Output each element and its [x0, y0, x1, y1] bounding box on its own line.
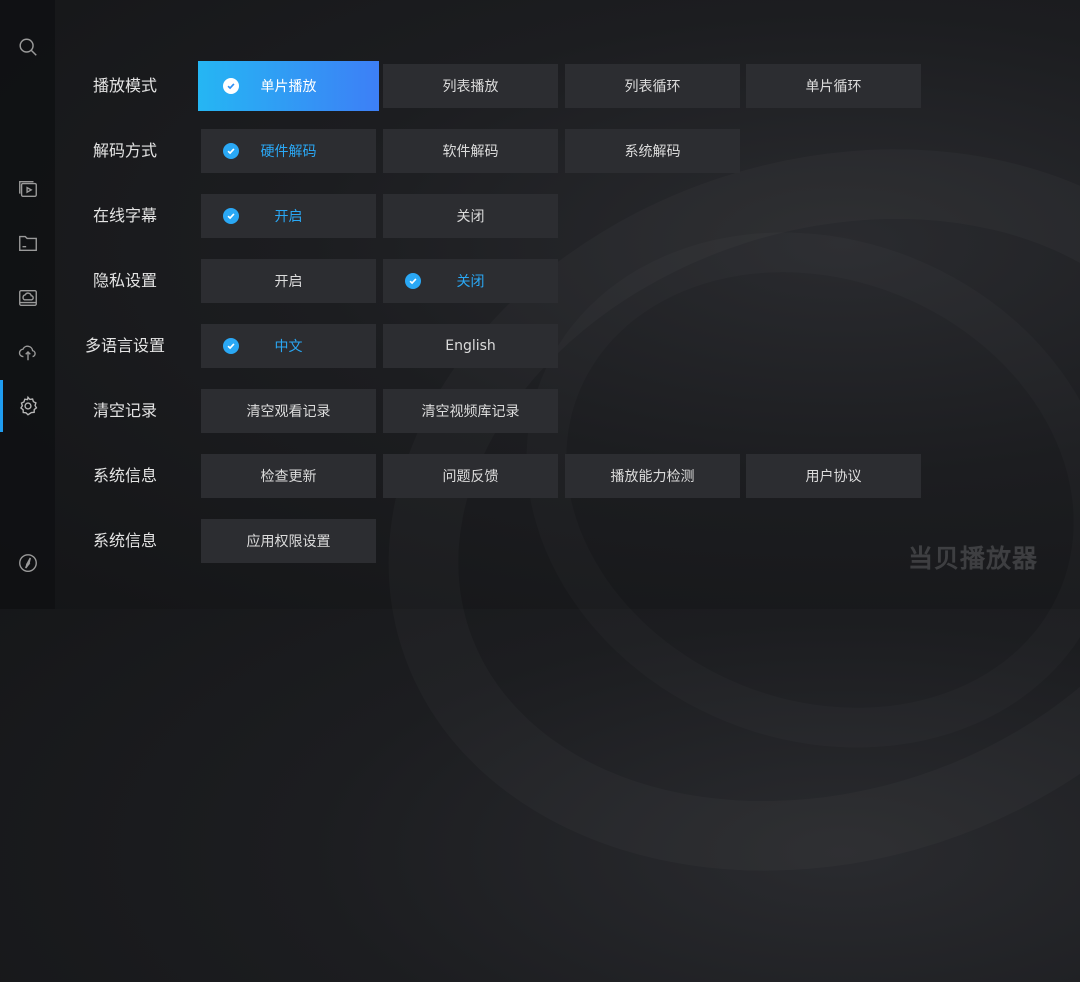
- brand-watermark: 当贝播放器: [907, 544, 1038, 573]
- option-button[interactable]: English: [383, 324, 558, 368]
- option-button[interactable]: 关闭: [383, 259, 558, 303]
- settings-row-label: 播放模式: [92, 76, 157, 95]
- check-icon: [405, 273, 421, 289]
- option-label: 清空视频库记录: [421, 404, 520, 420]
- option-button[interactable]: 列表播放: [383, 64, 558, 108]
- option-label: 播放能力检测: [610, 469, 695, 485]
- option-button[interactable]: 中文: [201, 324, 376, 368]
- option-label: 清空观看记录: [246, 404, 331, 420]
- settings-row-label: 隐私设置: [92, 271, 157, 290]
- option-label: 关闭: [456, 274, 485, 290]
- settings-row-label: 多语言设置: [84, 336, 165, 355]
- settings-row: 系统信息 检查更新 问题反馈 播放能力检测 用户协议: [0, 454, 1080, 498]
- option-button[interactable]: 开启: [201, 194, 376, 238]
- option-label: 硬件解码: [260, 144, 317, 160]
- option-button[interactable]: 清空观看记录: [201, 389, 376, 433]
- option-button[interactable]: 单片循环: [746, 64, 921, 108]
- option-button[interactable]: 问题反馈: [383, 454, 558, 498]
- option-button[interactable]: 单片播放: [198, 61, 379, 111]
- option-label: 检查更新: [260, 469, 317, 485]
- settings-row: 解码方式 硬件解码 软件解码 系统解码: [0, 129, 1080, 173]
- option-label: 列表循环: [624, 79, 681, 95]
- option-label: 中文: [274, 339, 303, 355]
- settings-row: 隐私设置 开启 关闭: [0, 259, 1080, 303]
- option-button[interactable]: 硬件解码: [201, 129, 376, 173]
- settings-row: 清空记录 清空观看记录 清空视频库记录: [0, 389, 1080, 433]
- settings-row: 播放模式 单片播放 列表播放 列表循环 单片循环: [0, 61, 1080, 111]
- option-label: 单片播放: [260, 79, 317, 95]
- option-button[interactable]: 软件解码: [383, 129, 558, 173]
- option-button[interactable]: 列表循环: [565, 64, 740, 108]
- settings-row-label: 在线字幕: [92, 206, 157, 225]
- option-label: English: [445, 338, 496, 354]
- option-label: 应用权限设置: [246, 534, 331, 550]
- option-label: 单片循环: [805, 79, 862, 95]
- check-icon: [223, 338, 239, 354]
- check-icon: [223, 78, 239, 94]
- option-label: 系统解码: [624, 144, 681, 160]
- option-button[interactable]: 检查更新: [201, 454, 376, 498]
- option-button[interactable]: 用户协议: [746, 454, 921, 498]
- settings-row-label: 清空记录: [92, 401, 157, 420]
- option-button[interactable]: 清空视频库记录: [383, 389, 558, 433]
- option-label: 问题反馈: [442, 469, 499, 485]
- option-label: 开启: [274, 209, 303, 225]
- option-label: 用户协议: [805, 469, 862, 485]
- settings-row: 多语言设置 中文 English: [0, 324, 1080, 368]
- option-label: 软件解码: [442, 144, 499, 160]
- check-icon: [223, 143, 239, 159]
- settings-row-label: 系统信息: [92, 466, 157, 485]
- option-button[interactable]: 开启: [201, 259, 376, 303]
- option-button[interactable]: 应用权限设置: [201, 519, 376, 563]
- option-button[interactable]: 播放能力检测: [565, 454, 740, 498]
- settings-row-label: 解码方式: [92, 141, 157, 160]
- settings-row-label: 系统信息: [92, 531, 157, 550]
- option-label: 列表播放: [442, 79, 499, 95]
- option-label: 关闭: [456, 209, 485, 225]
- option-button[interactable]: 系统解码: [565, 129, 740, 173]
- settings-row: 在线字幕 开启 关闭: [0, 194, 1080, 238]
- option-label: 开启: [274, 274, 303, 290]
- search-icon[interactable]: [15, 34, 41, 60]
- option-button[interactable]: 关闭: [383, 194, 558, 238]
- check-icon: [223, 208, 239, 224]
